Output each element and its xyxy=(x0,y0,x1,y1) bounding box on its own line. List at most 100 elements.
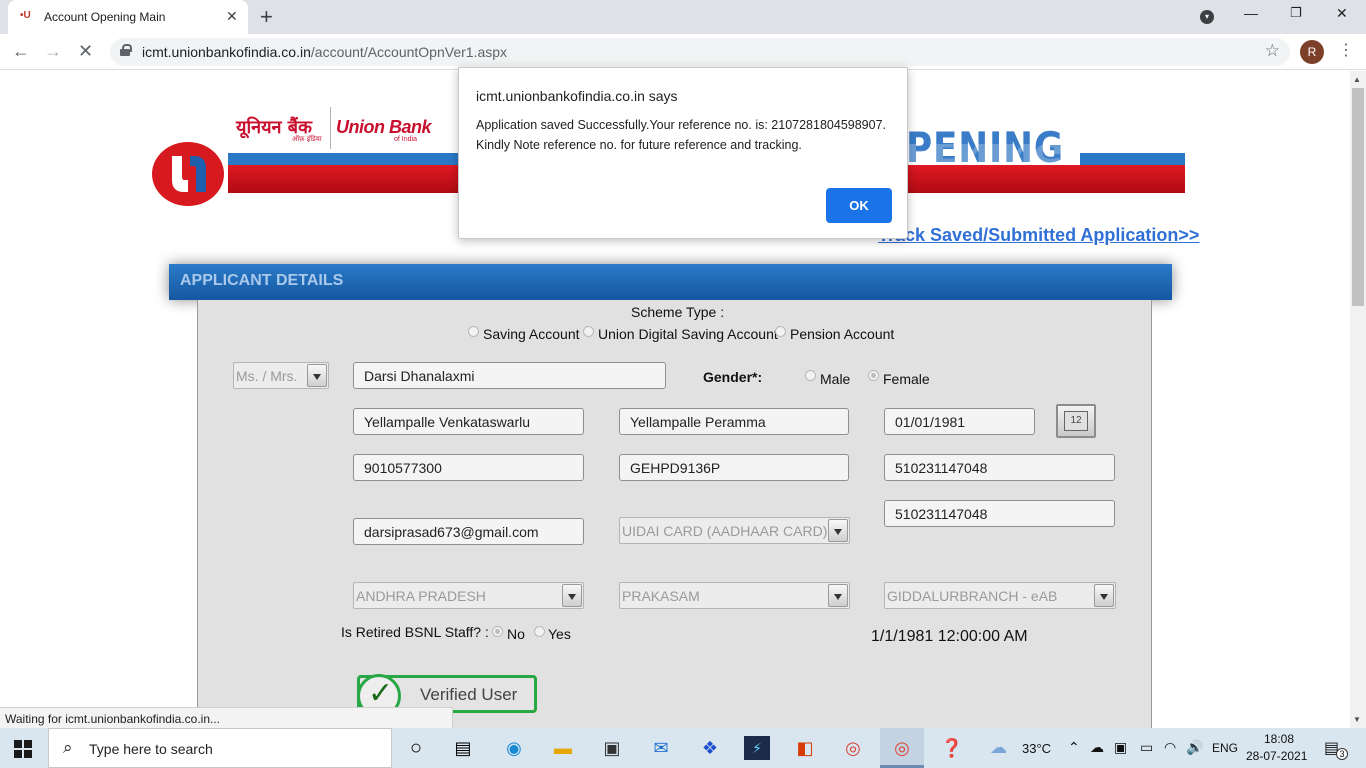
search-placeholder: Type here to search xyxy=(89,741,213,757)
tab-close-icon[interactable]: ✕ xyxy=(226,8,238,25)
bookmark-star-icon[interactable]: ☆ xyxy=(1265,41,1280,61)
banner-title-reflection: PENING xyxy=(906,138,1064,168)
dropbox-icon[interactable]: ❖ xyxy=(697,736,723,760)
volume-icon[interactable]: 🔊 xyxy=(1186,739,1203,756)
profile-avatar[interactable]: R xyxy=(1300,40,1324,64)
pan-field[interactable]: GEHPD9136P xyxy=(619,454,849,481)
section-title: APPLICANT DETAILS xyxy=(180,272,344,289)
calendar-icon[interactable]: 12 xyxy=(1056,404,1096,438)
minimize-icon[interactable]: — xyxy=(1244,5,1258,21)
browser-status-bar: Waiting for icmt.unionbankofindia.co.in.… xyxy=(0,707,453,728)
search-icon: ⌕ xyxy=(63,738,73,757)
chrome-profile-icon[interactable]: ◎ xyxy=(889,736,915,760)
alert-dialog: icmt.unionbankofindia.co.in says Applica… xyxy=(458,67,908,239)
branch-select[interactable]: GIDDALURBRANCH - eAB xyxy=(884,582,1116,609)
language-indicator[interactable]: ENG xyxy=(1212,741,1238,755)
bsnl-no-radio[interactable] xyxy=(492,626,503,637)
chevron-down-icon xyxy=(828,519,848,542)
lock-icon[interactable] xyxy=(120,44,132,56)
browser-tab-strip: •U Account Opening Main ✕ + ▾ — ❐ ✕ xyxy=(0,0,1366,34)
gender-female-label: Female xyxy=(883,371,930,387)
back-icon[interactable]: ← xyxy=(12,41,30,62)
new-tab-icon[interactable]: + xyxy=(260,4,273,30)
window-close-icon[interactable]: ✕ xyxy=(1336,5,1348,22)
bsnl-no-label: No xyxy=(507,626,525,642)
network-app-icon[interactable]: ▣ xyxy=(1114,739,1127,756)
office-icon[interactable]: ◧ xyxy=(792,736,818,760)
scheme-saving-radio[interactable] xyxy=(468,326,479,337)
aadhaar-confirm-field[interactable]: 510231147048 xyxy=(884,500,1115,527)
chrome-icon[interactable]: ◎ xyxy=(840,736,866,760)
email-field[interactable]: darsiprasad673@gmail.com xyxy=(353,518,584,545)
id-type-select[interactable]: UIDAI CARD (AADHAAR CARD) xyxy=(619,517,850,544)
gender-male-radio[interactable] xyxy=(805,370,816,381)
bsnl-yes-label: Yes xyxy=(548,626,571,642)
chevron-down-icon xyxy=(307,364,327,387)
ok-button[interactable]: OK xyxy=(826,188,892,223)
edge-icon[interactable]: ◉ xyxy=(501,736,527,760)
clock-time[interactable]: 18:08 xyxy=(1264,732,1294,746)
verified-user-label: Verified User xyxy=(420,685,518,704)
banner-stripe-blue-left xyxy=(228,153,460,165)
checkmark-icon: ✓ xyxy=(368,677,394,710)
district-select[interactable]: PRAKASAM xyxy=(619,582,850,609)
scheme-type-label: Scheme Type : xyxy=(631,304,725,320)
scheme-union-digital-radio[interactable] xyxy=(583,326,594,337)
mother-name-field[interactable]: Yellampalle Peramma xyxy=(619,408,849,435)
file-explorer-icon[interactable]: ▬ xyxy=(550,736,576,760)
windows-taskbar: ⌕ Type here to search ○ ▤ ◉ ▬ ▣ ✉ ❖ ⚡ ◧ … xyxy=(0,728,1366,768)
onedrive-icon[interactable]: ☁ xyxy=(1090,739,1104,756)
scroll-up-icon[interactable]: ▲ xyxy=(1353,75,1361,84)
gender-female-radio[interactable] xyxy=(868,370,879,381)
scheme-pension-radio[interactable] xyxy=(775,326,786,337)
tab-search-icon[interactable]: ▾ xyxy=(1200,10,1214,24)
restore-icon[interactable]: ❐ xyxy=(1290,5,1302,21)
browser-tab[interactable]: •U Account Opening Main ✕ xyxy=(8,0,248,34)
state-select[interactable]: ANDHRA PRADESH xyxy=(353,582,584,609)
dialog-origin: icmt.unionbankofindia.co.in says xyxy=(476,88,678,104)
bsnl-yes-radio[interactable] xyxy=(534,626,545,637)
logo-divider xyxy=(330,107,331,149)
scheme-pension-label: Pension Account xyxy=(790,326,895,342)
help-icon[interactable]: ❓ xyxy=(939,736,965,760)
forward-icon[interactable]: → xyxy=(44,41,62,62)
chevron-down-icon xyxy=(562,584,582,607)
stop-loading-icon[interactable]: ✕ xyxy=(78,41,93,62)
chevron-down-icon xyxy=(1094,584,1114,607)
weather-temp[interactable]: 33°C xyxy=(1022,741,1051,756)
clock-date[interactable]: 28-07-2021 xyxy=(1246,749,1307,763)
weather-icon[interactable]: ☁ xyxy=(990,738,1007,758)
applicant-details-header: APPLICANT DETAILS xyxy=(169,264,1172,300)
gender-male-label: Male xyxy=(820,371,851,387)
battery-icon[interactable]: ▭ xyxy=(1140,739,1153,756)
banner-stripe-blue-right xyxy=(1080,153,1185,165)
scrollbar-thumb[interactable] xyxy=(1352,88,1364,306)
menu-kebab-icon[interactable]: ⋮ xyxy=(1338,40,1354,60)
taskbar-search-box[interactable]: ⌕ Type here to search xyxy=(48,728,392,768)
dob-display: 1/1/1981 12:00:00 AM xyxy=(871,628,1028,645)
chevron-down-icon xyxy=(828,584,848,607)
applicant-name-field[interactable]: Darsi Dhanalaxmi xyxy=(353,362,666,389)
app-icon[interactable]: ⚡ xyxy=(744,736,770,760)
dob-field[interactable]: 01/01/1981 xyxy=(884,408,1035,435)
scroll-down-icon[interactable]: ▼ xyxy=(1353,715,1361,724)
salutation-select[interactable]: Ms. / Mrs. xyxy=(233,362,329,389)
browser-toolbar: ← → ✕ icmt.unionbankofindia.co.in/accoun… xyxy=(0,34,1366,70)
mobile-field[interactable]: 9010577300 xyxy=(353,454,584,481)
chevron-up-icon[interactable]: ⌃ xyxy=(1068,739,1080,756)
url-text[interactable]: icmt.unionbankofindia.co.in/account/Acco… xyxy=(142,44,507,60)
cortana-icon[interactable]: ○ xyxy=(403,736,429,760)
bsnl-staff-label: Is Retired BSNL Staff? : xyxy=(341,624,489,640)
track-application-link[interactable]: Track Saved/Submitted Application>> xyxy=(878,225,1199,246)
address-bar[interactable]: icmt.unionbankofindia.co.in/account/Acco… xyxy=(110,38,1290,66)
aadhaar-field[interactable]: 510231147048 xyxy=(884,454,1115,481)
tab-title: Account Opening Main xyxy=(44,10,166,24)
wifi-icon[interactable]: ◠ xyxy=(1164,739,1176,756)
task-view-icon[interactable]: ▤ xyxy=(450,736,476,760)
windows-start-icon[interactable] xyxy=(14,740,32,758)
bank-name-sub: of India xyxy=(394,136,417,143)
store-icon[interactable]: ▣ xyxy=(599,736,625,760)
mail-icon[interactable]: ✉ xyxy=(648,736,674,760)
father-name-field[interactable]: Yellampalle Venkataswarlu xyxy=(353,408,584,435)
banner-stripe-red-left xyxy=(228,165,460,193)
